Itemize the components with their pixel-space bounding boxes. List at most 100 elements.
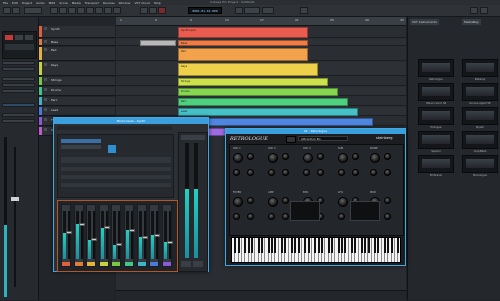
menu-item[interactable]: Audio [36,1,45,5]
menu-item[interactable]: VST Cloud [134,1,149,5]
instrument-thumbnail[interactable]: Mystic [462,107,498,129]
menu-item[interactable]: Score [59,1,67,5]
synth-knob[interactable] [282,197,289,204]
timeline-ruler[interactable]: 1 5 9 13 17 21 25 29 33 [116,17,406,26]
synth-knob[interactable] [282,153,289,160]
draw-tool[interactable] [113,7,121,14]
envelope-display[interactable] [290,201,320,221]
object-select-tool[interactable] [50,7,58,14]
inspector-row[interactable] [2,103,35,107]
black-key[interactable] [360,238,363,253]
fader-cap[interactable] [91,238,98,242]
synth-knob[interactable] [268,213,275,220]
record-button[interactable] [158,7,166,14]
fader-track[interactable] [105,211,108,259]
keyboard[interactable] [231,237,401,263]
record-enable-icon[interactable] [5,35,13,40]
menu-item[interactable]: Window [119,1,131,5]
fader-cap[interactable] [66,231,72,235]
black-key[interactable] [234,238,237,253]
tab-media-bay[interactable]: MediaBay [462,19,481,25]
menu-item[interactable]: Media [72,1,81,5]
channel-strip[interactable] [161,204,173,267]
channel-strip[interactable] [149,204,161,267]
track-header[interactable]: Keys [39,62,115,76]
synth-knob[interactable] [282,213,289,220]
synth-knob[interactable] [338,153,348,163]
track-header[interactable]: Synth [39,26,115,38]
window-layout-button[interactable] [470,7,478,14]
synth-knob[interactable] [268,197,278,207]
menu-item[interactable]: Project [22,1,32,5]
menu-item[interactable]: Help [154,1,161,5]
range-tool[interactable] [59,7,67,14]
black-key[interactable] [350,238,353,253]
black-key[interactable] [344,238,347,253]
audio-event[interactable]: Perc [178,98,348,106]
instrument-thumbnail[interactable]: HALion Sonic SE [418,83,454,105]
channel-strip[interactable] [61,204,72,267]
black-key[interactable] [270,238,273,253]
preset-field[interactable]: Attraction Bo [298,136,348,141]
mute-button[interactable] [44,98,47,101]
erase-tool[interactable] [86,7,94,14]
black-key[interactable] [367,238,370,253]
black-key[interactable] [387,238,390,253]
menu-item[interactable]: Transport [85,1,99,5]
channel-strip[interactable] [98,204,110,267]
channel-strip[interactable] [86,204,98,267]
fader-track[interactable] [93,211,96,259]
mute-button[interactable] [44,78,47,81]
monitor-icon[interactable] [15,35,23,40]
synth-knob[interactable] [233,197,243,207]
instrument-thumbnail[interactable]: Spector [418,131,454,153]
black-key[interactable] [317,238,320,253]
track-header[interactable]: Drums [39,87,115,96]
inspector-row[interactable] [2,89,35,93]
rack-row[interactable] [61,167,171,171]
instrument-thumbnail[interactable]: Monologue [462,155,498,177]
audio-event[interactable]: Strings [178,78,328,86]
rack-row[interactable] [61,175,171,179]
channel-strip[interactable] [73,204,85,267]
master-value[interactable] [181,261,191,267]
black-key[interactable] [337,238,340,253]
inspector-row[interactable] [2,83,35,87]
fader-track[interactable] [80,211,83,259]
mute-tool[interactable] [104,7,112,14]
inspector-row[interactable] [2,77,35,81]
synth-knob[interactable] [233,169,240,176]
mute-button[interactable] [44,128,47,131]
synth-knob[interactable] [233,213,240,220]
black-key[interactable] [390,238,393,253]
synth-knob[interactable] [370,153,380,163]
inspector-row[interactable] [2,113,35,117]
synth-knob[interactable] [370,169,377,176]
synth-knob[interactable] [352,153,359,160]
synth-knob[interactable] [247,169,254,176]
black-key[interactable] [284,238,287,253]
black-key[interactable] [340,238,343,253]
black-key[interactable] [330,238,333,253]
fader-cap[interactable] [129,228,135,232]
channel-strip[interactable] [136,204,148,267]
track-header[interactable]: Strings [39,77,115,86]
track-header[interactable]: Lead [39,107,115,116]
black-key[interactable] [260,238,263,253]
menu-item[interactable]: File [3,1,8,5]
inspector-row[interactable] [2,61,35,65]
instrument-thumbnail[interactable]: Prologue [418,107,454,129]
mute-button[interactable] [44,118,47,121]
inspector-fader-track[interactable] [14,147,16,287]
mute-button[interactable] [44,27,47,30]
mute-button[interactable] [44,88,47,91]
master-value-r[interactable] [193,261,203,267]
synth-knob[interactable] [384,197,391,204]
fader-track[interactable] [118,211,121,259]
black-key[interactable] [244,238,247,253]
fader-cap[interactable] [116,243,123,247]
mute-button[interactable] [44,48,47,51]
snap-button[interactable] [235,7,243,14]
menu-item[interactable]: Devices [103,1,115,5]
black-key[interactable] [290,238,293,253]
